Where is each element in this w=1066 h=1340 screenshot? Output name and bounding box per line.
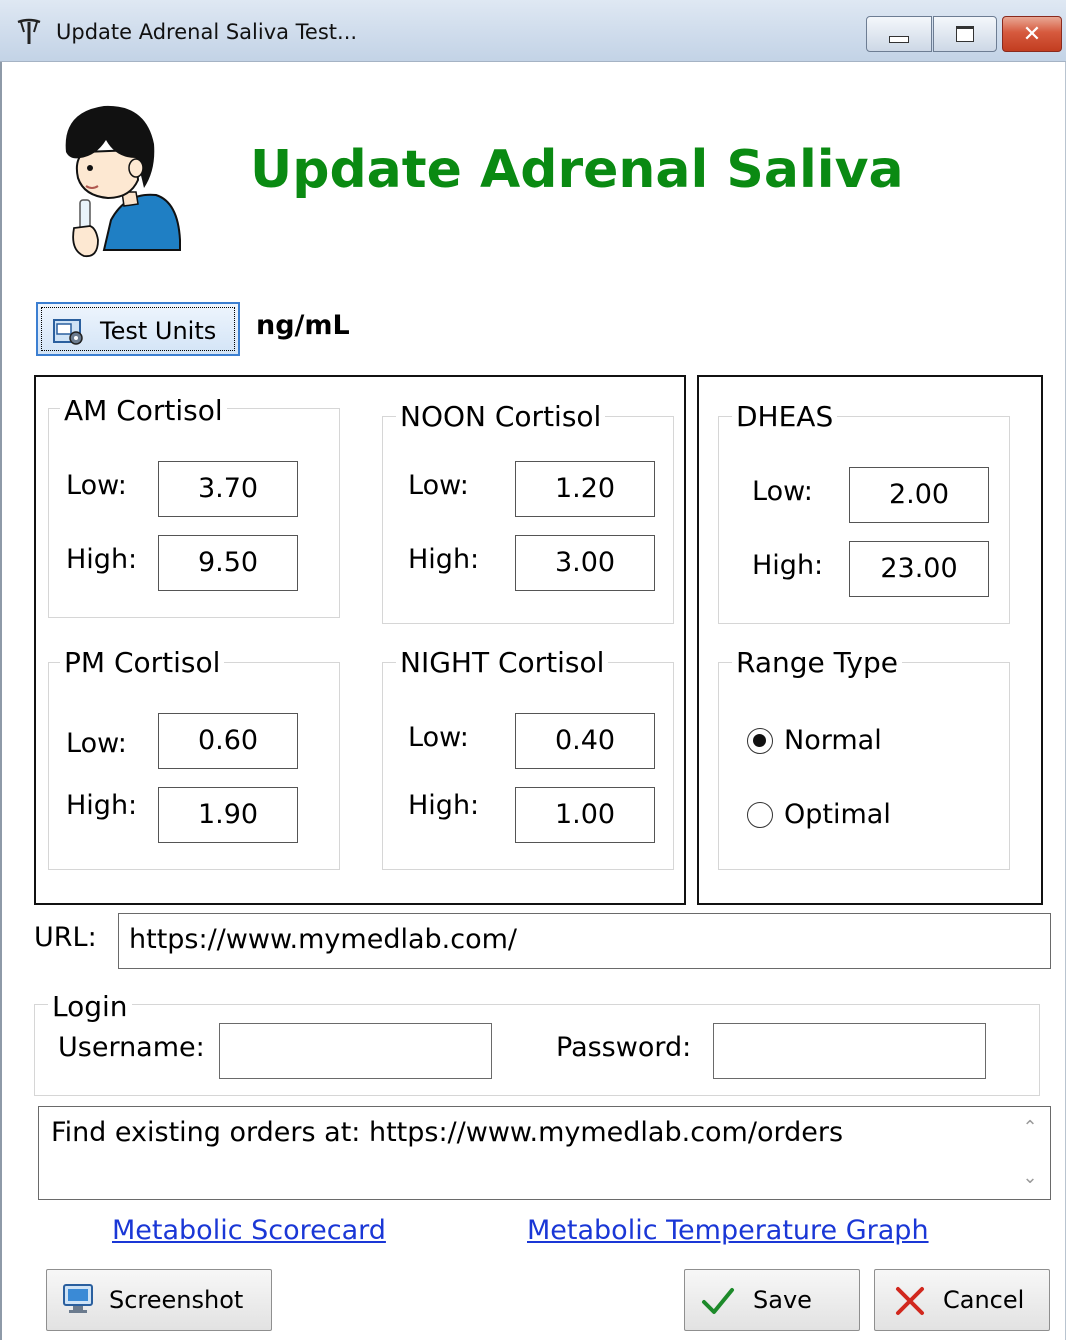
pm-high-input[interactable]: 1.90 [158, 787, 298, 843]
dheas-low-label: Low: [752, 476, 813, 507]
checkmark-icon [701, 1284, 735, 1322]
range-normal-label[interactable]: Normal [784, 725, 882, 757]
pm-low-label: Low: [66, 728, 127, 759]
screenshot-label: Screenshot [109, 1286, 244, 1314]
url-input[interactable]: https://www.mymedlab.com/ [118, 913, 1051, 969]
range-optimal-radio[interactable] [747, 802, 773, 828]
dheas-low-input[interactable]: 2.00 [849, 467, 989, 523]
pm-low-input[interactable]: 0.60 [158, 713, 298, 769]
screenshot-button[interactable]: Screenshot [46, 1269, 272, 1331]
am-cortisol-title: AM Cortisol [60, 394, 227, 428]
maximize-icon [956, 26, 974, 42]
noon-high-input[interactable]: 3.00 [515, 535, 655, 591]
username-input[interactable] [219, 1023, 492, 1079]
am-low-input[interactable]: 3.70 [158, 461, 298, 517]
maximize-button[interactable] [933, 16, 997, 52]
app-icon [14, 18, 44, 48]
range-normal-radio[interactable] [747, 728, 773, 754]
noon-cortisol-group [382, 416, 674, 624]
noon-low-label: Low: [408, 470, 469, 501]
dheas-title: DHEAS [732, 400, 838, 434]
noon-high-label: High: [408, 544, 480, 575]
window-title: Update Adrenal Saliva Test... [56, 20, 358, 44]
username-label: Username: [58, 1032, 205, 1063]
night-cortisol-title: NIGHT Cortisol [396, 646, 609, 680]
save-label: Save [753, 1286, 812, 1314]
minimize-icon [889, 35, 909, 43]
cancel-label: Cancel [943, 1286, 1025, 1314]
radio-selected-dot [753, 734, 766, 747]
test-units-button[interactable]: Test Units [36, 302, 240, 356]
am-low-label: Low: [66, 470, 127, 501]
password-input[interactable] [713, 1023, 986, 1079]
screenshot-icon [61, 1282, 95, 1320]
range-type-title: Range Type [732, 646, 902, 680]
password-label: Password: [556, 1032, 692, 1063]
notes-text: Find existing orders at: https://www.mym… [51, 1117, 844, 1148]
pm-cortisol-title: PM Cortisol [60, 646, 225, 680]
night-low-input[interactable]: 0.40 [515, 713, 655, 769]
dheas-high-label: High: [752, 550, 824, 581]
pm-high-label: High: [66, 790, 138, 821]
units-settings-icon [52, 316, 86, 346]
metabolic-scorecard-link[interactable]: Metabolic Scorecard [112, 1215, 386, 1246]
scroll-down-icon[interactable]: ⌄ [1020, 1167, 1040, 1188]
dheas-high-input[interactable]: 23.00 [849, 541, 989, 597]
login-title: Login [48, 990, 132, 1024]
page-title: Update Adrenal Saliva [250, 140, 904, 200]
night-high-input[interactable]: 1.00 [515, 787, 655, 843]
child-saliva-test-illustration [56, 100, 186, 262]
close-button[interactable]: ✕ [1002, 16, 1062, 52]
close-icon: ✕ [1022, 21, 1042, 47]
am-high-input[interactable]: 9.50 [158, 535, 298, 591]
save-button[interactable]: Save [684, 1269, 860, 1331]
range-type-group [718, 662, 1010, 870]
test-units-label: Test Units [100, 317, 217, 345]
metabolic-temperature-graph-link[interactable]: Metabolic Temperature Graph [527, 1215, 929, 1246]
minimize-button[interactable] [866, 16, 932, 52]
notes-textarea[interactable]: Find existing orders at: https://www.mym… [38, 1106, 1051, 1200]
url-label: URL: [34, 922, 97, 953]
x-icon [893, 1284, 927, 1322]
scroll-up-icon[interactable]: ⌃ [1020, 1117, 1040, 1138]
night-low-label: Low: [408, 722, 469, 753]
am-high-label: High: [66, 544, 138, 575]
units-value: ng/mL [256, 310, 350, 341]
range-optimal-label[interactable]: Optimal [784, 799, 891, 831]
night-high-label: High: [408, 790, 480, 821]
noon-cortisol-title: NOON Cortisol [396, 400, 606, 434]
cancel-button[interactable]: Cancel [874, 1269, 1050, 1331]
noon-low-input[interactable]: 1.20 [515, 461, 655, 517]
